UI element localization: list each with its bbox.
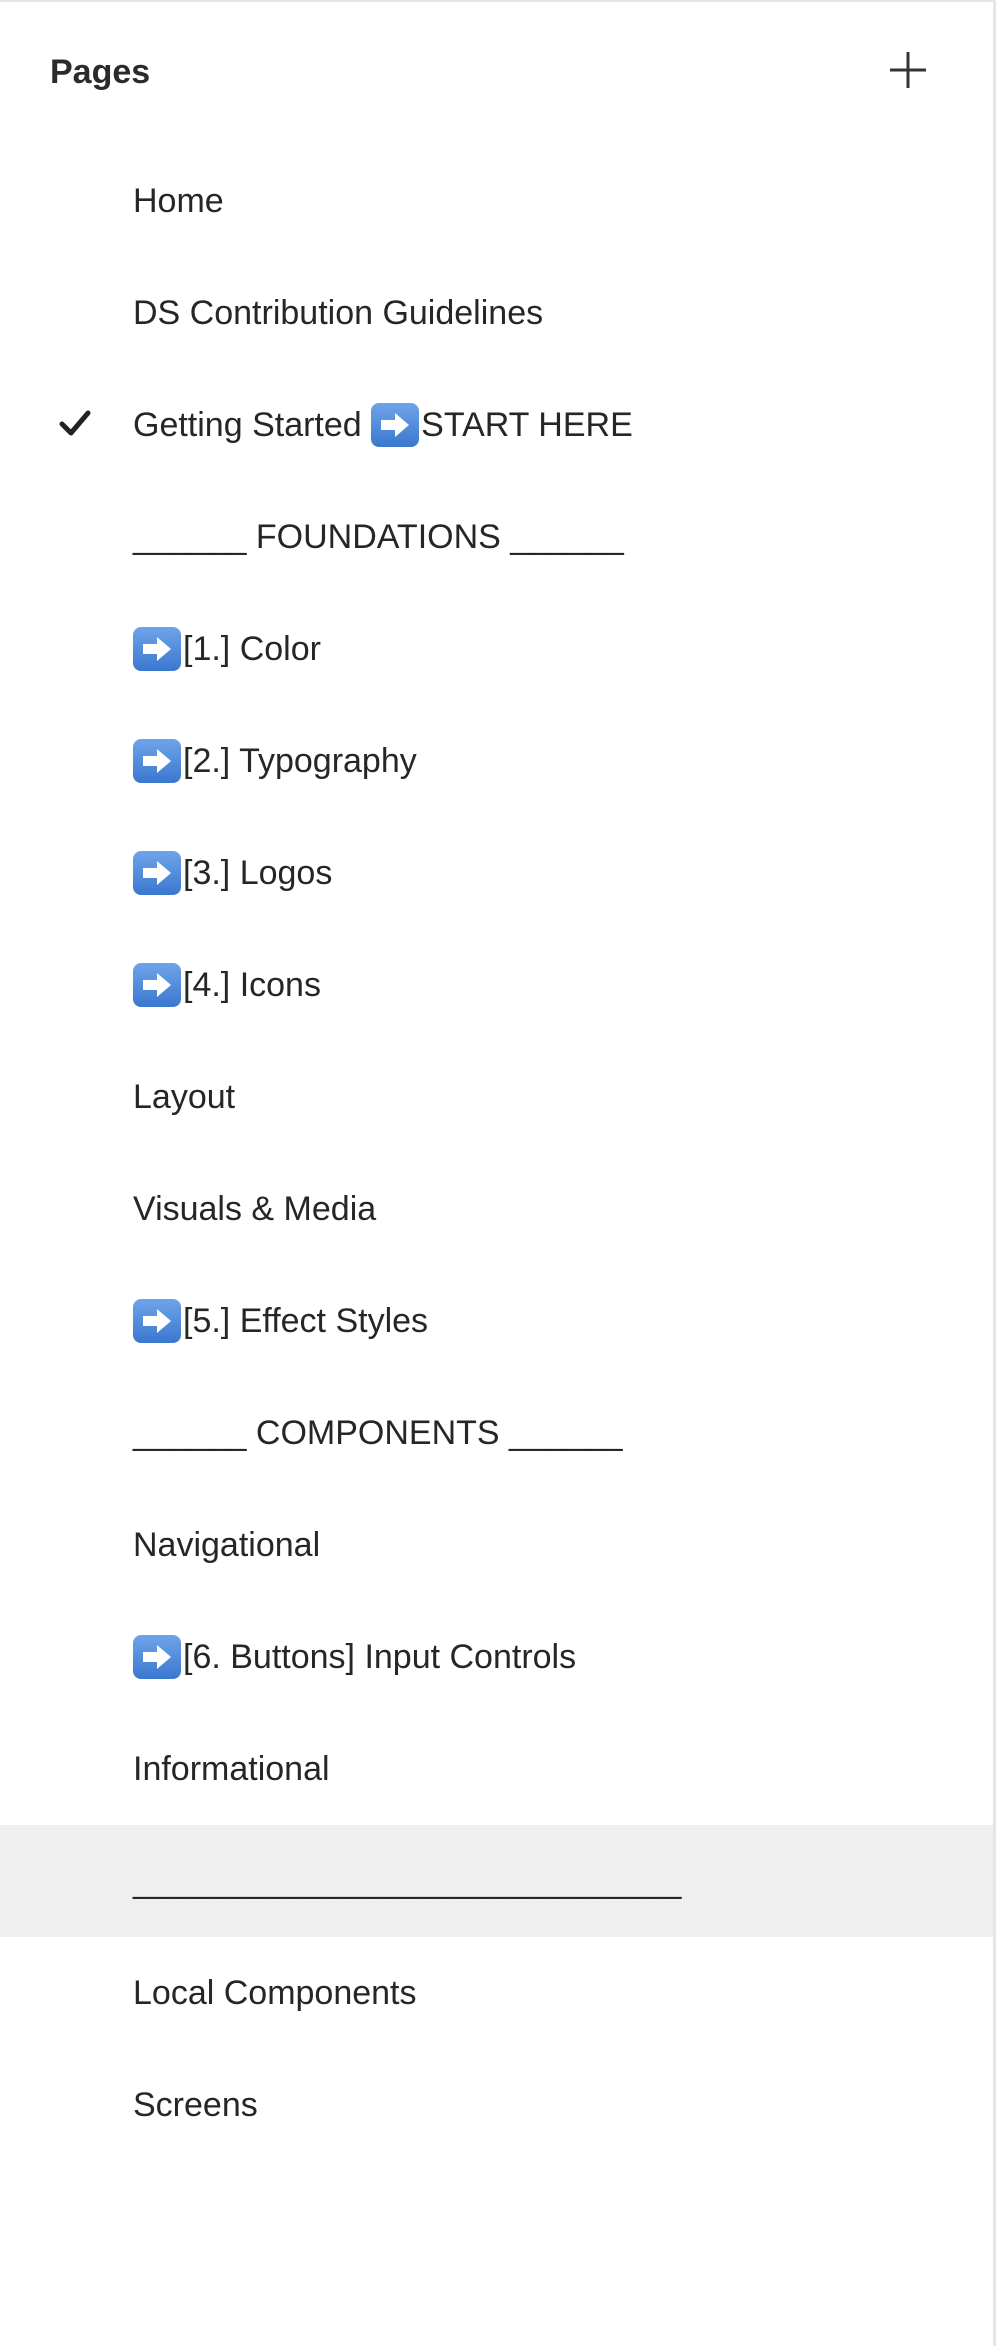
add-page-button[interactable] (880, 42, 936, 98)
right-arrow-emoji-icon (133, 1635, 181, 1679)
right-arrow-emoji-icon (371, 403, 420, 447)
page-label: DS Contribution Guidelines (133, 294, 544, 332)
page-item-informational[interactable]: Informational (0, 1713, 993, 1825)
page-item-getting-started[interactable]: Getting Started START HERE (0, 369, 993, 481)
page-label: START HERE (421, 406, 633, 444)
page-label: Home (133, 182, 224, 220)
page-item-components-divider[interactable]: ______ COMPONENTS ______ (0, 1377, 993, 1489)
page-item-screens[interactable]: Screens (0, 2049, 993, 2161)
pages-title: Pages (50, 53, 151, 91)
page-item-local-components[interactable]: Local Components (0, 1937, 993, 2049)
page-label: ______ FOUNDATIONS ______ (133, 518, 624, 556)
page-label: [5.] Effect Styles (183, 1302, 429, 1340)
page-item-navigational[interactable]: Navigational (0, 1489, 993, 1601)
page-item-ds-contribution-guidelines[interactable]: DS Contribution Guidelines (0, 257, 993, 369)
right-arrow-emoji-icon (133, 739, 181, 783)
page-item-icons[interactable]: [4.] Icons (0, 929, 993, 1041)
page-item-effect-styles[interactable]: [5.] Effect Styles (0, 1265, 993, 1377)
page-item-layout[interactable]: Layout (0, 1041, 993, 1153)
page-label: Layout (133, 1078, 236, 1116)
page-label: Local Components (133, 1974, 417, 2012)
page-item-logos[interactable]: [3.] Logos (0, 817, 993, 929)
page-item-home[interactable]: Home (0, 145, 993, 257)
page-label-prefix: Getting Started (133, 406, 372, 444)
page-label: Screens (133, 2086, 258, 2124)
pages-header: Pages (0, 2, 993, 142)
right-arrow-emoji-icon (133, 1299, 181, 1343)
page-label: [4.] Icons (183, 966, 321, 1004)
page-item-foundations-divider[interactable]: ______ FOUNDATIONS ______ (0, 481, 993, 593)
page-list: Home DS Contribution Guidelines Getting … (0, 145, 993, 2161)
page-label: Navigational (133, 1526, 321, 1564)
page-label: Informational (133, 1750, 330, 1788)
right-arrow-emoji-icon (133, 963, 181, 1007)
page-item-separator[interactable]: _____________________________ (0, 1825, 993, 1937)
right-arrow-emoji-icon (133, 627, 181, 671)
page-label: [1.] Color (183, 630, 321, 668)
page-item-input-controls[interactable]: [6. Buttons] Input Controls (0, 1601, 993, 1713)
page-label: [3.] Logos (183, 854, 333, 892)
checkmark-icon (58, 407, 92, 441)
page-label: ______ COMPONENTS ______ (133, 1414, 623, 1452)
pages-panel: Pages Home DS Contribution Guidelines Ge… (0, 0, 993, 2346)
page-label: [6. Buttons] Input Controls (183, 1638, 577, 1676)
page-item-visuals-media[interactable]: Visuals & Media (0, 1153, 993, 1265)
panel-border (993, 0, 996, 2346)
page-item-typography[interactable]: [2.] Typography (0, 705, 993, 817)
page-label: Visuals & Media (133, 1190, 377, 1228)
page-label: [2.] Typography (183, 742, 417, 780)
page-label: _____________________________ (133, 1862, 682, 1900)
page-item-color[interactable]: [1.] Color (0, 593, 993, 705)
right-arrow-emoji-icon (133, 851, 181, 895)
plus-icon (890, 52, 926, 88)
